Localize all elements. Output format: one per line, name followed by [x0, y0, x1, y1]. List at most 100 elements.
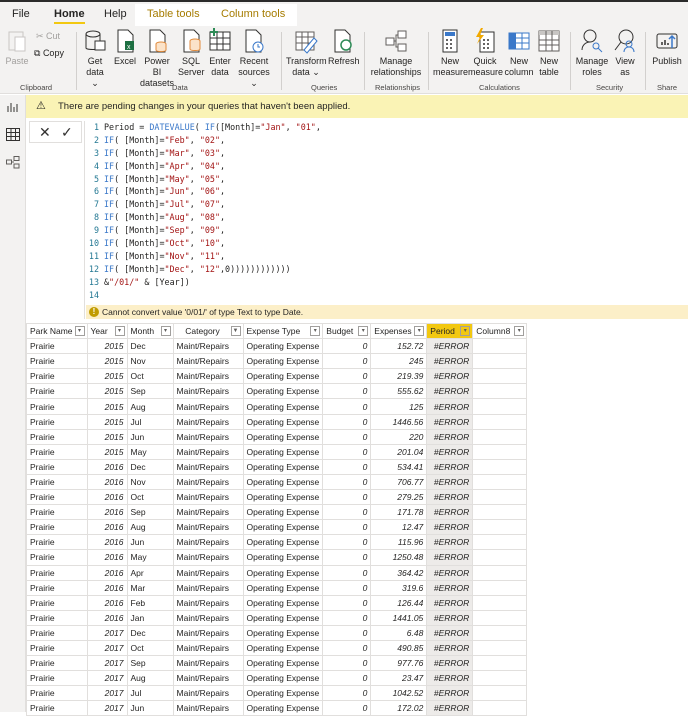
table-cell[interactable]: Aug: [126, 519, 174, 536]
model-view-icon[interactable]: [6, 156, 20, 169]
tab-help[interactable]: Help: [104, 6, 127, 26]
table-cell[interactable]: Operating Expense: [242, 353, 324, 370]
table-cell[interactable]: 2016: [86, 609, 128, 626]
table-cell[interactable]: #ERROR: [426, 443, 474, 460]
table-cell[interactable]: [472, 428, 528, 445]
new-table-button[interactable]: New table: [536, 28, 562, 78]
table-cell[interactable]: 2016: [86, 504, 128, 521]
table-cell[interactable]: 364.42: [370, 564, 428, 581]
table-cell[interactable]: 279.25: [370, 489, 428, 506]
table-cell[interactable]: Maint/Repairs: [172, 383, 244, 400]
table-cell[interactable]: 0: [322, 368, 372, 385]
table-cell[interactable]: Maint/Repairs: [172, 519, 244, 536]
cut-button[interactable]: ✂ Cut: [36, 31, 60, 42]
table-cell[interactable]: Prairie: [26, 549, 88, 566]
table-cell[interactable]: Prairie: [26, 700, 88, 716]
table-cell[interactable]: Maint/Repairs: [172, 443, 244, 460]
table-cell[interactable]: 12.47: [370, 519, 428, 536]
table-cell[interactable]: 0: [322, 534, 372, 551]
table-cell[interactable]: 201.04: [370, 443, 428, 460]
table-cell[interactable]: Operating Expense: [242, 594, 324, 611]
table-cell[interactable]: [472, 338, 528, 355]
excel-button[interactable]: x Excel: [113, 28, 137, 67]
new-column-button[interactable]: New column: [504, 28, 534, 78]
tab-column-tools[interactable]: Column tools: [209, 4, 298, 26]
table-cell[interactable]: Operating Expense: [242, 458, 324, 475]
table-cell[interactable]: #ERROR: [426, 639, 474, 657]
new-measure-button[interactable]: New measure: [433, 28, 468, 78]
table-cell[interactable]: Prairie: [26, 639, 88, 657]
table-cell[interactable]: 6.48: [370, 624, 428, 641]
table-cell[interactable]: Maint/Repairs: [172, 428, 244, 445]
manage-relationships-button[interactable]: Manage relationships: [370, 28, 422, 78]
table-cell[interactable]: [472, 639, 528, 657]
table-cell[interactable]: Prairie: [26, 368, 88, 385]
table-cell[interactable]: Dec: [126, 624, 174, 641]
table-cell[interactable]: Operating Expense: [242, 549, 324, 566]
table-cell[interactable]: [472, 443, 528, 460]
table-cell[interactable]: 172.02: [370, 700, 428, 716]
table-cell[interactable]: Operating Expense: [242, 338, 324, 355]
refresh-button[interactable]: Refresh: [328, 28, 360, 67]
table-cell[interactable]: May: [126, 549, 174, 566]
transform-data-button[interactable]: Transform data ⌄: [286, 28, 327, 78]
column-header[interactable]: Period ▾: [426, 322, 474, 340]
table-cell[interactable]: 2015: [86, 443, 128, 460]
table-cell[interactable]: 534.41: [370, 458, 428, 475]
table-cell[interactable]: Prairie: [26, 519, 88, 536]
filter-icon[interactable]: ▼: [230, 326, 241, 336]
table-cell[interactable]: 0: [322, 353, 372, 370]
table-cell[interactable]: Oct: [126, 368, 174, 385]
table-cell[interactable]: Nov: [126, 353, 174, 370]
table-cell[interactable]: #ERROR: [426, 413, 474, 430]
manage-roles-button[interactable]: Manage roles: [575, 28, 609, 78]
enter-data-button[interactable]: Enter data: [208, 28, 232, 78]
table-cell[interactable]: 1250.48: [370, 549, 428, 566]
table-cell[interactable]: Mar: [126, 579, 174, 596]
table-cell[interactable]: #ERROR: [426, 564, 474, 581]
table-cell[interactable]: Sep: [126, 655, 174, 672]
table-cell[interactable]: [472, 534, 528, 551]
column-header[interactable]: Category ▼: [172, 322, 244, 340]
table-cell[interactable]: Maint/Repairs: [172, 473, 244, 491]
chevron-down-icon[interactable]: ▾: [414, 326, 425, 336]
table-cell[interactable]: Aug: [126, 398, 174, 415]
table-cell[interactable]: #ERROR: [426, 579, 474, 596]
table-cell[interactable]: Jul: [126, 413, 174, 430]
table-cell[interactable]: [472, 549, 528, 566]
table-cell[interactable]: Operating Expense: [242, 368, 324, 385]
table-cell[interactable]: Operating Expense: [242, 700, 324, 716]
table-cell[interactable]: Prairie: [26, 534, 88, 551]
table-cell[interactable]: Operating Expense: [242, 504, 324, 521]
table-cell[interactable]: Maint/Repairs: [172, 670, 244, 687]
table-cell[interactable]: #ERROR: [426, 594, 474, 611]
table-cell[interactable]: 0: [322, 685, 372, 702]
chevron-down-icon[interactable]: ▾: [514, 326, 525, 336]
copy-button[interactable]: ⧉ Copy: [34, 48, 64, 59]
table-cell[interactable]: Nov: [126, 473, 174, 491]
table-cell[interactable]: Operating Expense: [242, 383, 324, 400]
table-cell[interactable]: #ERROR: [426, 473, 474, 491]
cancel-formula-icon[interactable]: ✕: [39, 124, 51, 140]
table-cell[interactable]: 2015: [86, 353, 128, 370]
table-cell[interactable]: Operating Expense: [242, 473, 324, 491]
table-cell[interactable]: Maint/Repairs: [172, 700, 244, 716]
sql-server-button[interactable]: SQL Server: [178, 28, 205, 78]
table-cell[interactable]: Sep: [126, 383, 174, 400]
table-cell[interactable]: Operating Expense: [242, 398, 324, 415]
tab-home[interactable]: Home: [54, 6, 85, 26]
table-cell[interactable]: Jun: [126, 534, 174, 551]
table-cell[interactable]: 2017: [86, 685, 128, 702]
table-cell[interactable]: [472, 519, 528, 536]
table-cell[interactable]: Maint/Repairs: [172, 504, 244, 521]
table-cell[interactable]: Prairie: [26, 579, 88, 596]
table-cell[interactable]: 2016: [86, 489, 128, 506]
table-cell[interactable]: 0: [322, 609, 372, 626]
table-cell[interactable]: Prairie: [26, 489, 88, 506]
table-cell[interactable]: Operating Expense: [242, 413, 324, 430]
table-cell[interactable]: 1441.05: [370, 609, 428, 626]
table-cell[interactable]: Maint/Repairs: [172, 594, 244, 611]
column-header[interactable]: Month ▾: [126, 322, 174, 340]
data-view-icon[interactable]: [6, 128, 20, 141]
table-cell[interactable]: Operating Expense: [242, 639, 324, 657]
